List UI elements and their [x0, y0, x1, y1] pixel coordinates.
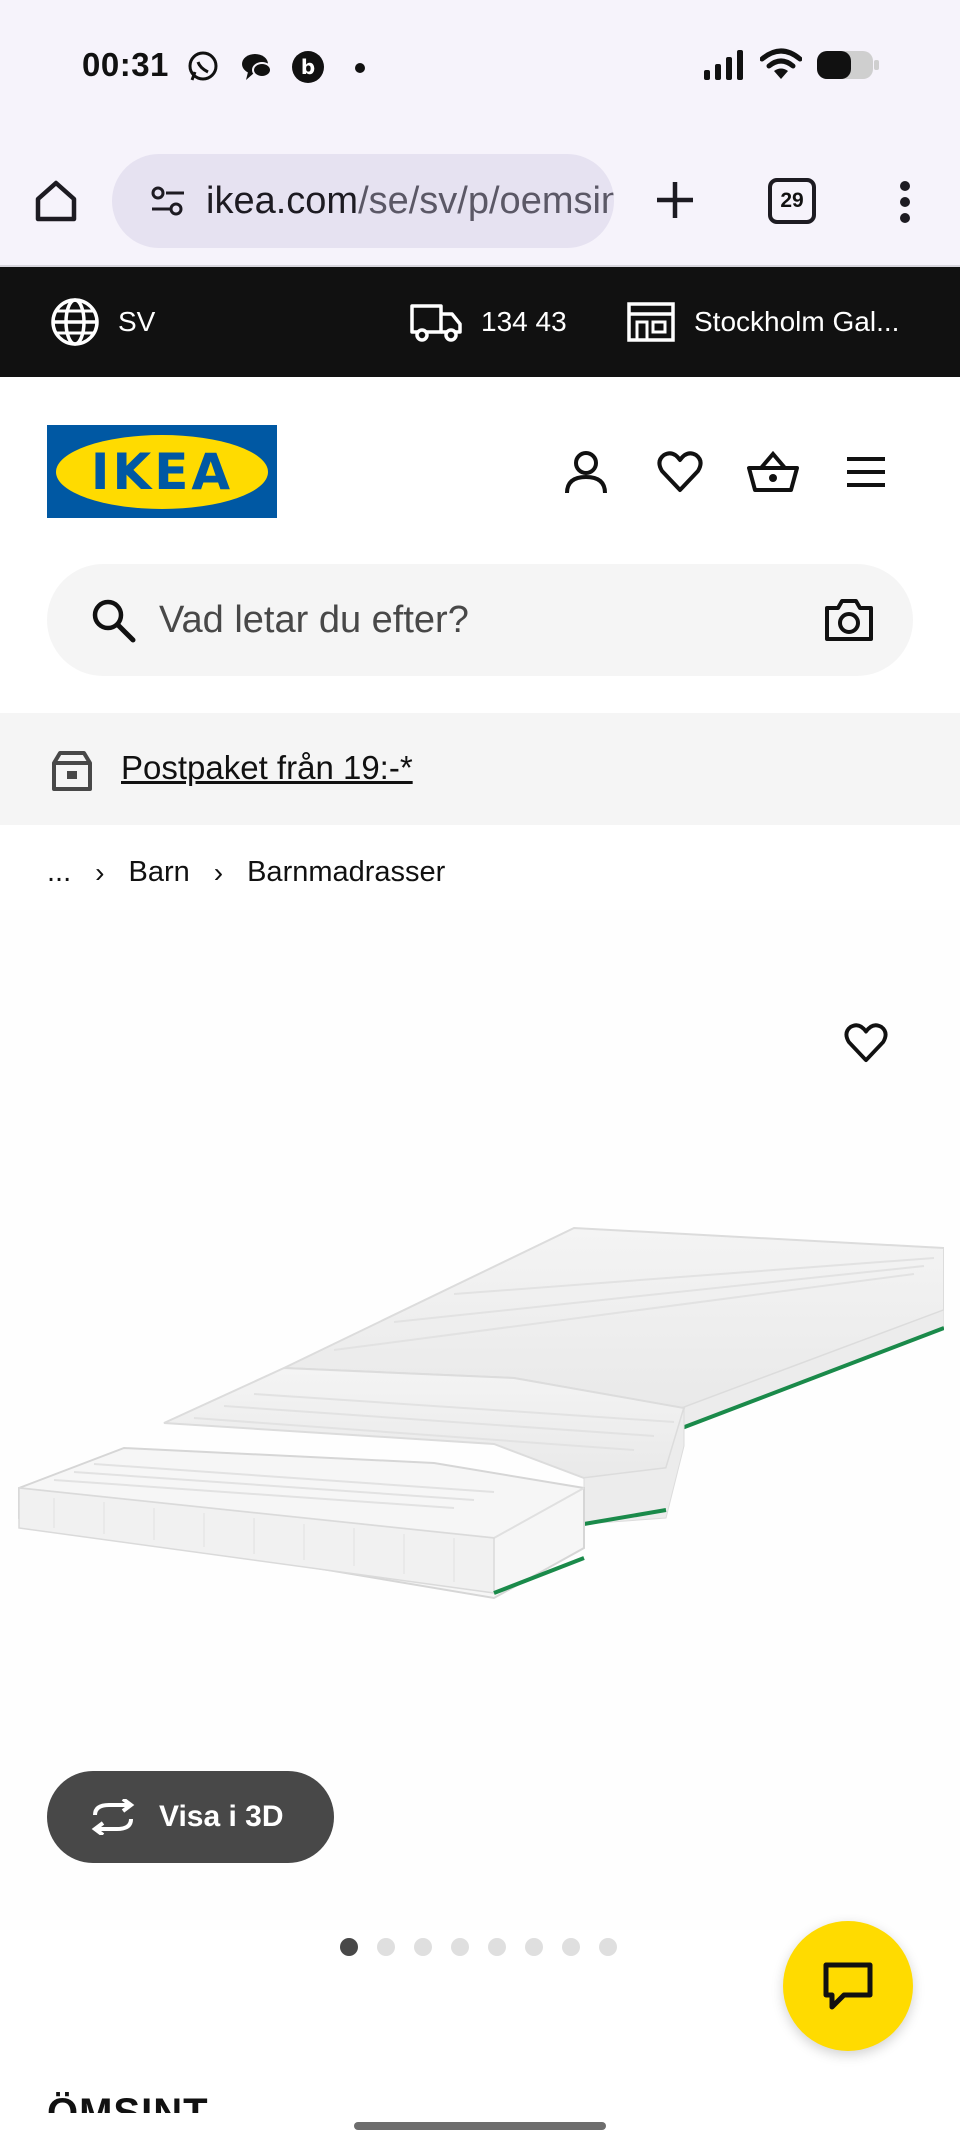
- url-bar[interactable]: ikea.com/se/sv/p/oemsin: [112, 154, 614, 248]
- breadcrumb-item-barnmadrasser[interactable]: Barnmadrasser: [247, 856, 445, 889]
- home-icon: [35, 180, 77, 222]
- carousel-dot[interactable]: [488, 1938, 506, 1956]
- image-carousel-dots: [340, 1938, 617, 1956]
- account-icon: [565, 451, 607, 494]
- dot-icon: [355, 63, 365, 73]
- postal-code-selector[interactable]: 134 43: [409, 267, 567, 377]
- search-input[interactable]: [159, 586, 819, 654]
- product-title: ÖMSINT: [47, 2091, 209, 2113]
- store-label: Stockholm Gal...: [694, 306, 900, 337]
- language-selector[interactable]: SV: [50, 267, 155, 377]
- gesture-home-indicator[interactable]: [354, 2122, 606, 2130]
- breadcrumb-ellipsis[interactable]: ...: [47, 856, 71, 889]
- delivery-truck-icon: [410, 304, 462, 342]
- parcel-shipping-link[interactable]: Postpaket från 19:-*: [121, 749, 413, 787]
- ikea-logo[interactable]: IKEA: [47, 425, 277, 518]
- whatsapp-icon: [188, 51, 218, 81]
- tab-switcher-button[interactable]: 29: [768, 178, 816, 224]
- globe-icon: [51, 298, 99, 346]
- store-icon: [627, 302, 675, 342]
- plus-icon: [657, 182, 693, 218]
- status-right-icons: [702, 48, 880, 82]
- logo-oval: IKEA: [56, 434, 268, 509]
- camera-icon[interactable]: [823, 594, 875, 646]
- search-icon: [92, 599, 136, 643]
- basket-button[interactable]: [741, 440, 805, 504]
- status-bar: 00:31 b: [0, 0, 960, 135]
- url-host: ikea.com: [206, 179, 359, 222]
- browser-menu-button[interactable]: [880, 173, 930, 231]
- heart-icon: [657, 451, 703, 492]
- postal-code-label: 134 43: [481, 306, 567, 337]
- new-tab-button[interactable]: [646, 171, 704, 229]
- url-path: /se/sv/p/oemsin: [358, 179, 614, 222]
- breadcrumb-item-barn[interactable]: Barn: [129, 856, 190, 889]
- delivery-banner: Postpaket från 19:-*: [0, 713, 960, 825]
- carousel-dot[interactable]: [340, 1938, 358, 1956]
- url-text: ikea.com/se/sv/p/oemsin: [206, 180, 614, 223]
- language-label: SV: [118, 306, 156, 337]
- beeper-icon: b: [292, 51, 324, 83]
- svg-text:b: b: [301, 55, 315, 79]
- chevron-right-icon: ›: [213, 856, 224, 888]
- chevron-right-icon: ›: [95, 856, 105, 888]
- account-button[interactable]: [554, 440, 618, 504]
- carousel-dot[interactable]: [562, 1938, 580, 1956]
- ikea-top-bar: SV 134 43 Stockholm Gal...: [0, 267, 960, 377]
- parcel-box-icon: [52, 751, 92, 791]
- browser-toolbar: ikea.com/se/sv/p/oemsin 29: [0, 135, 960, 267]
- chat-support-button[interactable]: [783, 1921, 913, 2051]
- add-to-favourites-button[interactable]: [838, 1015, 894, 1071]
- favourites-button[interactable]: [648, 440, 712, 504]
- wifi-icon: [760, 48, 802, 79]
- battery-icon: [817, 51, 879, 79]
- kebab-menu-icon: [900, 181, 910, 223]
- signal-icon: [704, 50, 743, 80]
- mattress-product-image: [18, 1226, 944, 1600]
- breadcrumb: ... › Barn › Barnmadrasser: [47, 856, 445, 889]
- search-bar[interactable]: [47, 564, 913, 676]
- chat-icon: [823, 1962, 873, 2010]
- site-settings-icon[interactable]: [148, 181, 188, 221]
- browser-home-button[interactable]: [28, 173, 84, 229]
- heart-icon: [844, 1023, 888, 1063]
- rotate-3d-icon: [91, 1799, 135, 1835]
- view-in-3d-button[interactable]: Visa i 3D: [47, 1771, 334, 1863]
- carousel-dot[interactable]: [525, 1938, 543, 1956]
- carousel-dot[interactable]: [377, 1938, 395, 1956]
- basket-icon: [747, 450, 799, 492]
- carousel-dot[interactable]: [599, 1938, 617, 1956]
- status-time: 00:31: [82, 46, 169, 83]
- logo-text: IKEA: [90, 442, 234, 501]
- menu-button[interactable]: [834, 440, 898, 504]
- carousel-dot[interactable]: [451, 1938, 469, 1956]
- view-in-3d-label: Visa i 3D: [159, 1800, 284, 1833]
- carousel-dot[interactable]: [414, 1938, 432, 1956]
- hamburger-icon: [847, 457, 885, 487]
- chat-bubbles-icon: [242, 54, 272, 80]
- store-selector[interactable]: Stockholm Gal...: [626, 267, 899, 377]
